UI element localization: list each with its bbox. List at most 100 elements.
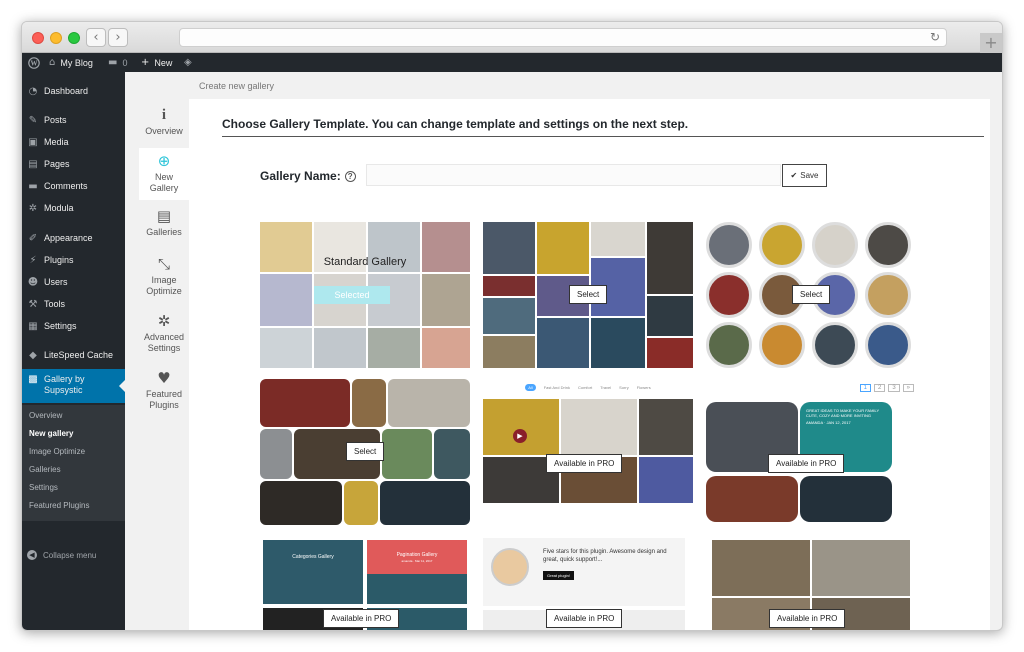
forward-button[interactable]: › (108, 28, 128, 47)
submenu-overview[interactable]: Overview (29, 411, 62, 420)
available-in-pro-button[interactable]: Available in PRO (546, 609, 623, 628)
menu-litespeed-cache[interactable]: ◆ LiteSpeed Cache (22, 345, 125, 365)
menu-label: Plugins (44, 255, 74, 265)
gear-icon: ✲ (28, 202, 38, 214)
tab-label: Overview (145, 126, 183, 136)
submenu-settings[interactable]: Settings (29, 483, 58, 492)
menu-dashboard[interactable]: ◔ Dashboard (22, 81, 125, 101)
filter-item[interactable]: Fast And Drink (544, 385, 570, 390)
litespeed-icon[interactable]: ◈ (184, 57, 192, 68)
menu-label: Users (44, 277, 68, 287)
site-name: My Blog (60, 57, 93, 68)
menu-label: Comments (44, 181, 88, 191)
available-in-pro-button[interactable]: Available in PRO (323, 609, 400, 628)
menu-tools[interactable]: ⚒ Tools (22, 294, 125, 314)
promo-title: GREAT IDEAS TO MAKE YOUR FAMILY CUTE, CO… (806, 408, 880, 418)
close-window-button[interactable] (32, 32, 44, 44)
review-text: Five stars for this plugin. Awesome desi… (543, 549, 667, 563)
media-icon: ▣ (28, 136, 38, 148)
divider (222, 136, 984, 137)
new-content-link[interactable]: + New (141, 57, 172, 68)
wp-admin-bar: W ⌂ My Blog ▬ 0 + New ◈ (22, 53, 1002, 72)
menu-plugins[interactable]: ⚡ Plugins (22, 250, 125, 270)
gallery-icon: ▩ (28, 374, 38, 385)
tab-featured-plugins[interactable]: ♥ Featured Plugins (139, 369, 189, 411)
review-button[interactable]: Great plugin! (543, 571, 574, 580)
diamond-icon: ◈ (184, 57, 192, 68)
back-button[interactable]: ‹ (86, 28, 106, 47)
available-in-pro-button[interactable]: Available in PRO (546, 454, 623, 473)
menu-appearance[interactable]: ✐ Appearance (22, 228, 125, 248)
template-photo-grid-gallery[interactable]: Available in PRO (706, 536, 916, 630)
gallery-name-input[interactable] (366, 164, 781, 186)
site-name-link[interactable]: ⌂ My Blog (49, 57, 93, 68)
submenu-featured-plugins[interactable]: Featured Plugins (29, 501, 89, 510)
template-title: Standard Gallery (323, 256, 407, 268)
page-1[interactable]: 1 (859, 384, 871, 392)
tab-galleries[interactable]: ▤ Galleries (139, 207, 189, 238)
play-icon[interactable]: ▶ (513, 429, 527, 443)
tab-overview[interactable]: i Overview (139, 106, 189, 137)
select-button[interactable]: Select (346, 442, 385, 461)
minimize-window-button[interactable] (50, 32, 62, 44)
pagination: 1 2 3 » (859, 384, 914, 392)
home-icon: ⌂ (49, 57, 56, 68)
template-categories-gallery[interactable]: All Fast And Drink Comfort Travel Sorry … (483, 379, 693, 525)
new-tab-button[interactable]: + (980, 33, 1002, 53)
collapse-menu-button[interactable]: ◀ Collapse menu (27, 550, 96, 560)
comments-count: 0 (122, 57, 128, 68)
banner-date: amanda · Mar 11, 2017 (401, 559, 433, 563)
gallery-name-text: Gallery Name: (260, 169, 341, 183)
select-button[interactable]: Select (792, 285, 831, 304)
filter-item[interactable]: Sorry (619, 385, 629, 390)
menu-label: Media (44, 137, 69, 147)
tab-advanced-settings[interactable]: ✲ Advanced Settings (139, 312, 189, 354)
template-mosaic-gallery[interactable]: Select (483, 222, 693, 368)
template-banner-gallery[interactable]: Categories Gallery Pagination Gallery am… (260, 536, 470, 630)
menu-comments[interactable]: ▬ Comments (22, 176, 125, 196)
submenu-new-gallery[interactable]: New gallery (29, 429, 73, 438)
save-button[interactable]: ✔ Save (782, 164, 827, 187)
browser-window: ‹ › ↻ + W ⌂ My Blog ▬ 0 + New ◈ ◔ Dashboa… (21, 21, 1003, 631)
submenu-image-optimize[interactable]: Image Optimize (29, 447, 85, 456)
wordpress-logo-icon[interactable]: W (28, 57, 40, 69)
tab-label: Advanced Settings (143, 332, 185, 353)
wrench-icon: ⚒ (28, 298, 38, 310)
filter-item[interactable]: Travel (600, 385, 611, 390)
filter-all[interactable]: All (525, 383, 536, 391)
help-icon[interactable]: ? (344, 170, 356, 182)
menu-pages[interactable]: ▤ Pages (22, 154, 125, 174)
collapse-label: Collapse menu (43, 550, 97, 560)
tab-new-gallery[interactable]: ⊕ New Gallery (139, 148, 189, 200)
reload-icon[interactable]: ↻ (930, 30, 940, 44)
template-pagination-gallery[interactable]: 1 2 3 » GREAT IDEAS TO MAKE YOUR FAMILY … (706, 379, 916, 525)
plug-icon: ⚡ (29, 254, 37, 266)
template-circle-gallery[interactable]: Select (706, 222, 916, 368)
available-in-pro-button[interactable]: Available in PRO (768, 454, 845, 473)
menu-label: Modula (44, 203, 74, 213)
template-review-gallery[interactable]: Five stars for this plugin. Awesome desi… (483, 536, 693, 630)
address-bar[interactable]: ↻ (179, 28, 947, 47)
zoom-window-button[interactable] (68, 32, 80, 44)
filter-item[interactable]: Flowers (637, 385, 651, 390)
template-rounded-gallery[interactable]: Select (260, 379, 470, 525)
menu-posts[interactable]: ✎ Posts (22, 110, 125, 130)
filter-item[interactable]: Comfort (578, 385, 592, 390)
tab-label: New Gallery (149, 172, 179, 193)
plus-circle-icon: ⊕ (157, 152, 171, 170)
main-panel: Choose Gallery Template. You can change … (189, 99, 990, 630)
page-2[interactable]: 2 (873, 384, 886, 392)
page-3[interactable]: 3 (888, 384, 900, 392)
page-next[interactable]: » (902, 384, 914, 392)
submenu-galleries[interactable]: Galleries (29, 465, 61, 474)
available-in-pro-button[interactable]: Available in PRO (769, 609, 846, 628)
menu-media[interactable]: ▣ Media (22, 132, 125, 152)
banner-pagination: Pagination Gallery amanda · Mar 11, 2017 (367, 540, 467, 574)
tab-image-optimize[interactable]: ⤡ Image Optimize (139, 255, 189, 297)
menu-gallery-by-supsystic[interactable]: ▩ Gallery by Supsystic (22, 369, 125, 403)
comments-link[interactable]: ▬ 0 (108, 57, 127, 68)
menu-users[interactable]: ☻ Users (22, 272, 125, 292)
menu-modula[interactable]: ✲ Modula (22, 198, 125, 218)
select-button[interactable]: Select (569, 285, 608, 304)
menu-settings[interactable]: ▦ Settings (22, 316, 125, 336)
